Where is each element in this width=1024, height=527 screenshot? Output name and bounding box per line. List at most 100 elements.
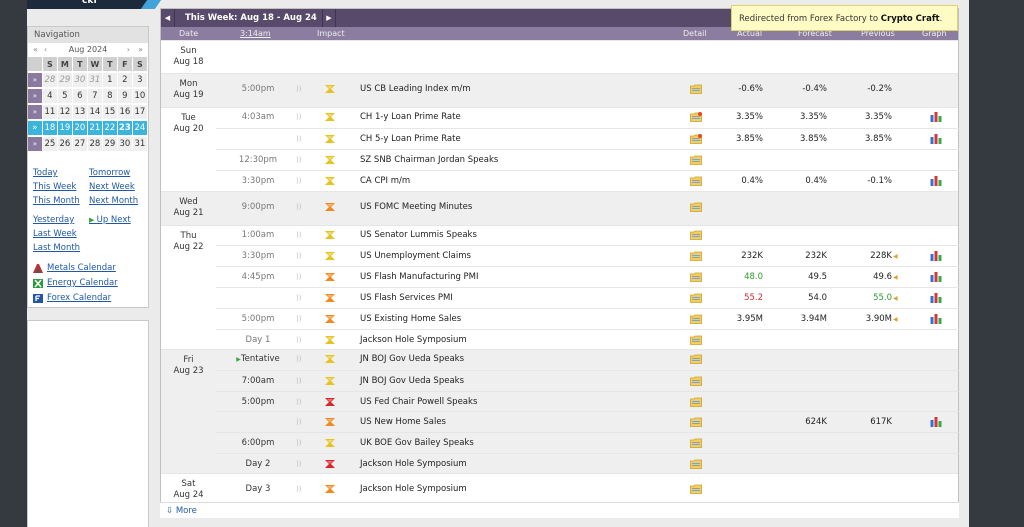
link-yesterday[interactable]: Yesterday [33,213,80,227]
select-week-button[interactable]: » [28,121,43,136]
calendar-day[interactable]: 27 [73,137,88,152]
calendar-day[interactable]: 9 [118,89,133,104]
calendar-day[interactable]: 21 [88,121,103,136]
sound-alert-icon[interactable]: )) [296,334,306,346]
link-this-week[interactable]: This Week [33,180,80,194]
calendar-day[interactable]: 29 [58,73,73,88]
calendar-day[interactable]: 30 [73,73,88,88]
sound-alert-icon[interactable]: )) [296,483,306,495]
calendar-day[interactable]: 2 [118,73,133,88]
event-title[interactable]: US Flash Manufacturing PMI [360,271,479,283]
link-this-month[interactable]: This Month [33,194,80,208]
event-row[interactable]: 6:00pm)) UK BOE Gov Bailey Speaks [216,432,960,453]
event-title[interactable]: JN BOJ Gov Ueda Speaks [360,375,464,387]
sound-alert-icon[interactable]: )) [296,458,306,470]
folder-icon[interactable] [690,155,702,165]
more-link[interactable]: ⇩ More [160,502,959,518]
event-title[interactable]: CH 5-y Loan Prime Rate [360,133,461,145]
event-row[interactable]: 9:00pm)) US FOMC Meeting Minutes [216,197,960,218]
sound-alert-icon[interactable]: )) [296,201,306,213]
link-next-week[interactable]: Next Week [89,180,138,194]
event-title[interactable]: US New Home Sales [360,416,446,428]
calendar-day[interactable]: 28 [43,73,58,88]
event-row[interactable]: )) US New Home Sales 624K 617K [216,411,960,432]
event-title[interactable]: US Fed Chair Powell Speaks [360,396,477,408]
calendar-day[interactable]: 7 [88,89,103,104]
folder-icon[interactable] [690,354,702,364]
calendar-day[interactable]: 10 [133,89,148,104]
link-next-month[interactable]: Next Month [89,194,138,208]
event-row[interactable]: Day 3)) Jackson Hole Symposium [216,479,960,500]
sound-alert-icon[interactable]: )) [296,375,306,387]
calendar-day[interactable]: 12 [58,105,73,120]
bar-chart-icon[interactable] [930,175,942,186]
calendar-day[interactable]: 24 [133,121,148,136]
sound-alert-icon[interactable]: )) [296,250,306,262]
event-row[interactable]: 4:45pm)) US Flash Manufacturing PMI 48.0 49… [216,266,960,287]
select-week-button[interactable]: » [28,137,43,152]
sound-alert-icon[interactable]: )) [296,111,306,123]
sound-alert-icon[interactable]: )) [296,353,306,365]
folder-icon[interactable] [690,230,702,240]
folder-icon[interactable] [690,335,702,345]
folder-icon[interactable] [690,176,702,186]
calendar-day[interactable]: 13 [73,105,88,120]
event-row[interactable]: )) CH 5-y Loan Prime Rate 3.85% 3.85% 3.85% [216,128,960,149]
sound-alert-icon[interactable]: )) [296,229,306,241]
event-row[interactable]: 5:00pm)) US Fed Chair Powell Speaks [216,391,960,412]
event-title[interactable]: UK BOE Gov Bailey Speaks [360,437,474,449]
calendar-day[interactable]: 26 [58,137,73,152]
next-week-button[interactable]: ▶ [322,9,336,27]
event-title[interactable]: US Existing Home Sales [360,313,461,325]
bar-chart-icon[interactable] [930,250,942,261]
sound-alert-icon[interactable]: )) [296,396,306,408]
event-row[interactable]: 12:30pm)) SZ SNB Chairman Jordan Speaks [216,149,960,170]
calendar-day[interactable]: 3 [133,73,148,88]
sound-alert-icon[interactable]: )) [296,271,306,283]
calendar-day[interactable]: 31 [133,137,148,152]
bar-chart-icon[interactable] [930,313,942,324]
site-logo[interactable]: ckf [27,0,162,9]
event-row[interactable]: Day 2)) Jackson Hole Symposium [216,453,960,474]
calendar-day[interactable]: 19 [58,121,73,136]
bar-chart-icon[interactable] [930,111,942,122]
event-row[interactable]: ▶Tentative)) JN BOJ Gov Ueda Speaks [216,349,960,370]
sound-alert-icon[interactable]: )) [296,416,306,428]
folder-icon[interactable] [690,314,702,324]
next-month-button[interactable]: › [127,43,130,57]
next-year-button[interactable]: » [138,43,143,57]
calendar-day[interactable]: 28 [88,137,103,152]
folder-icon[interactable] [690,272,702,282]
select-week-button[interactable]: » [28,73,43,88]
folder-icon[interactable] [690,459,702,469]
event-title[interactable]: CA CPI m/m [360,175,410,187]
event-title[interactable]: CH 1-y Loan Prime Rate [360,111,461,123]
folder-star-icon[interactable] [690,112,702,122]
sound-alert-icon[interactable]: )) [296,175,306,187]
event-row[interactable]: 1:00am)) US Senator Lummis Speaks [216,225,960,246]
calendar-day[interactable]: 18 [43,121,58,136]
bar-chart-icon[interactable] [930,133,942,144]
event-title[interactable]: US Senator Lummis Speaks [360,229,477,241]
calendar-day[interactable]: 23 [118,121,133,136]
folder-icon[interactable] [690,84,702,94]
energy-calendar-link[interactable]: Energy Calendar [33,276,118,290]
calendar-day[interactable]: 8 [103,89,118,104]
event-title[interactable]: US FOMC Meeting Minutes [360,201,472,213]
calendar-day[interactable]: 4 [43,89,58,104]
event-title[interactable]: Jackson Hole Symposium [360,458,467,470]
link-last-week[interactable]: Last Week [33,227,80,241]
folder-icon[interactable] [690,397,702,407]
event-title[interactable]: US CB Leading Index m/m [360,83,471,95]
folder-star-icon[interactable] [690,134,702,144]
select-week-button[interactable]: » [28,105,43,120]
sound-alert-icon[interactable]: )) [296,437,306,449]
folder-icon[interactable] [690,251,702,261]
prev-week-button[interactable]: ◀ [161,9,175,27]
event-title[interactable]: US Unemployment Claims [360,250,471,262]
folder-icon[interactable] [690,293,702,303]
folder-icon[interactable] [690,202,702,212]
calendar-day[interactable]: 16 [118,105,133,120]
sound-alert-icon[interactable]: )) [296,83,306,95]
event-row[interactable]: 5:00pm)) US CB Leading Index m/m -0.6% -0.4… [216,79,960,100]
